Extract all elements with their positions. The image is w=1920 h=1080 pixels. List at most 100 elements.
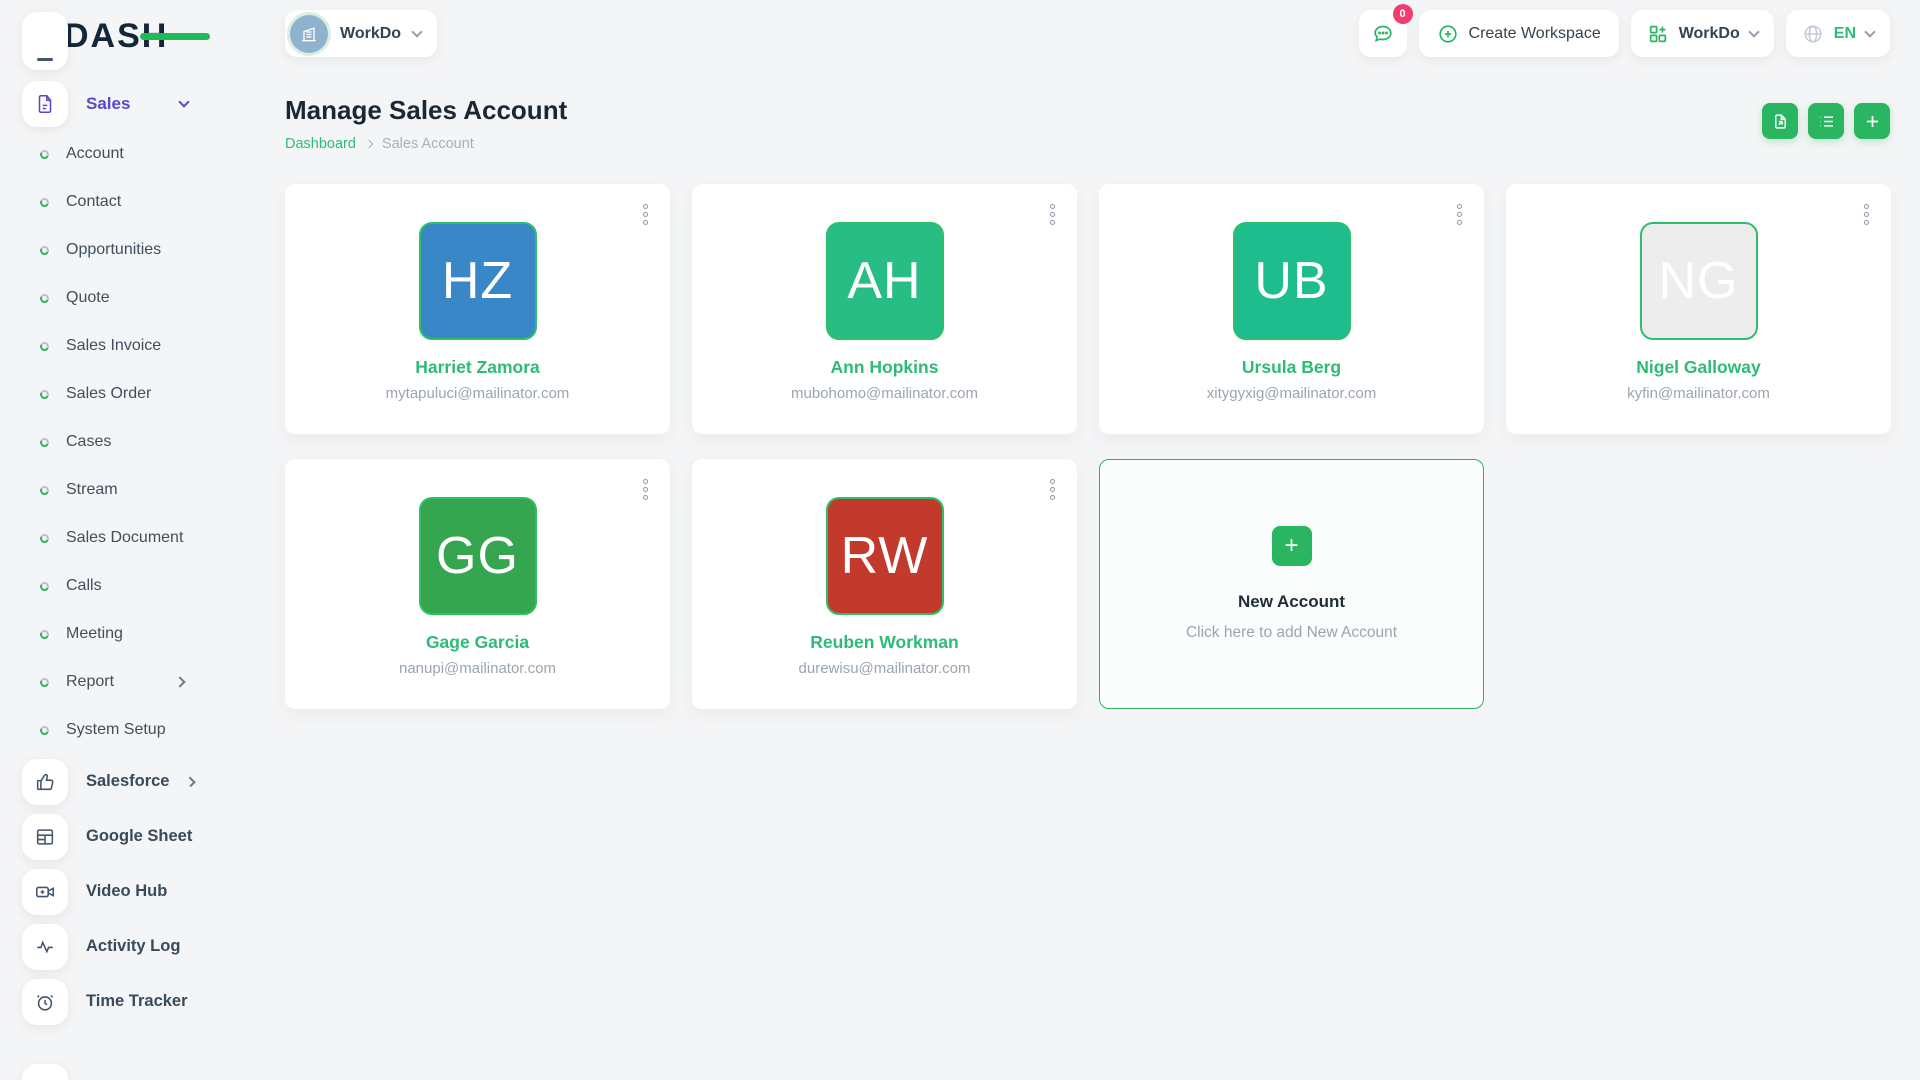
chevron-down-icon [1864,26,1875,37]
account-card: RWReuben Workmandurewisu@mailinator.com [692,459,1077,709]
messages-badge: 0 [1393,4,1413,24]
sidebar-item-time-tracker[interactable]: Time Tracker [0,974,260,1029]
sidebar-item-label: Opportunities [66,241,260,259]
video-camera-icon [22,869,68,915]
sidebar-item-label: Report [66,673,176,691]
account-card: GGGage Garciananupi@mailinator.com [285,459,670,709]
accounts-grid: HZHarriet Zamoramytapuluci@mailinator.co… [285,184,1890,709]
list-icon [1817,112,1836,131]
bullet-icon [39,340,51,352]
sidebar-section-sales[interactable]: Sales [0,78,260,130]
account-email: mubohomo@mailinator.com [791,385,978,402]
sidebar-item-label: Cases [66,433,260,451]
card-menu-button[interactable] [639,475,652,504]
card-menu-button[interactable] [1046,200,1059,229]
sidebar-item-system-setup[interactable]: System Setup [0,706,260,754]
card-menu-button[interactable] [1046,475,1059,504]
account-card: AH Ann Hopkins mubohomo@mailinator.com [692,184,1077,434]
bullet-icon [39,436,51,448]
sidebar-item-google-sheet[interactable]: Google Sheet [0,809,260,864]
brand-logo-dash [140,33,210,40]
sidebar-item-label: Quote [66,289,260,307]
export-file-icon [1771,112,1790,131]
bullet-icon [39,292,51,304]
card-menu-button[interactable] [1453,200,1466,229]
sidebar-item-partial-bottom [22,1064,68,1080]
activity-icon [22,924,68,970]
new-account-title: New Account [1238,592,1345,612]
bullet-icon [39,388,51,400]
sidebar-item-stream[interactable]: Stream [0,466,260,514]
top-bar: DASH WorkDo 0 Create Workspace [0,0,1920,68]
sidebar-item-label: Sales Document [66,529,260,547]
chat-bubble-icon [1371,22,1395,46]
account-email: xitygyxig@mailinator.com [1207,385,1376,402]
sidebar-item-cases[interactable]: Cases [0,418,260,466]
main-content: Manage Sales Account Dashboard Sales Acc… [285,95,1890,709]
table-icon [22,814,68,860]
sidebar-item-sales-order[interactable]: Sales Order [0,370,260,418]
sidebar-item-label: Stream [66,481,260,499]
building-icon [299,24,319,44]
account-name-link[interactable]: Ursula Berg [1242,357,1341,378]
sidebar-item-label: System Setup [66,721,260,739]
sidebar-item-sales-invoice[interactable]: Sales Invoice [0,322,260,370]
sidebar-item-label: Meeting [66,625,260,643]
sidebar-item-sales-document[interactable]: Sales Document [0,514,260,562]
workspace-switcher[interactable]: WorkDo [285,10,437,57]
sidebar-item-opportunities[interactable]: Opportunities [0,226,260,274]
sidebar-item-label: Video Hub [86,882,260,901]
new-account-card[interactable]: +New AccountClick here to add New Accoun… [1099,459,1484,709]
bullet-icon [39,676,51,688]
language-switcher[interactable]: EN [1786,10,1890,57]
sidebar-item-calls[interactable]: Calls [0,562,260,610]
sidebar-item-activity-log[interactable]: Activity Log [0,919,260,974]
plus-circle-icon [1437,23,1459,45]
account-name-link[interactable]: Harriet Zamora [415,357,540,378]
new-account-subtitle: Click here to add New Account [1186,624,1397,642]
export-button[interactable] [1762,103,1798,139]
chevron-right-icon [186,776,196,786]
sidebar-item-partial-top [22,12,68,70]
sidebar-item-meeting[interactable]: Meeting [0,610,260,658]
chevron-down-icon [178,96,189,107]
card-menu-button[interactable] [639,200,652,229]
bullet-icon [39,244,51,256]
globe-icon [1802,23,1824,45]
card-menu-button[interactable] [1860,200,1873,229]
sidebar-item-salesforce[interactable]: Salesforce [0,754,260,809]
bullet-icon [39,196,51,208]
thumbs-up-icon [22,759,68,805]
page-title: Manage Sales Account [285,95,567,126]
messages-button[interactable]: 0 [1359,10,1407,57]
sidebar-item-label: Salesforce [86,772,169,791]
account-name-link[interactable]: Gage Garcia [426,632,529,653]
alarm-clock-icon [22,979,68,1025]
list-view-button[interactable] [1808,103,1844,139]
account-name-link[interactable]: Reuben Workman [810,632,958,653]
account-card: HZHarriet Zamoramytapuluci@mailinator.co… [285,184,670,434]
sidebar-item-report[interactable]: Report [0,658,260,706]
app-switcher[interactable]: WorkDo [1631,10,1774,57]
account-name-link[interactable]: Ann Hopkins [831,357,939,378]
app-switcher-label: WorkDo [1679,25,1740,43]
create-workspace-label: Create Workspace [1469,25,1601,43]
add-account-button[interactable] [1854,103,1890,139]
plus-icon [1863,112,1882,131]
account-card: UBUrsula Bergxitygyxig@mailinator.com [1099,184,1484,434]
account-avatar: AH [826,222,944,340]
bullet-icon [39,484,51,496]
sidebar-item-label: Calls [66,577,260,595]
sidebar-item-quote[interactable]: Quote [0,274,260,322]
sidebar-item-video-hub[interactable]: Video Hub [0,864,260,919]
account-name-link[interactable]: Nigel Galloway [1636,357,1760,378]
breadcrumb-current: Sales Account [382,136,474,152]
breadcrumb-dashboard-link[interactable]: Dashboard [285,136,356,152]
sidebar-item-label: Sales Invoice [66,337,260,355]
account-avatar: HZ [419,222,537,340]
sidebar-item-account[interactable]: Account [0,130,260,178]
sidebar-item-contact[interactable]: Contact [0,178,260,226]
sidebar-section-label: Sales [86,94,162,114]
create-workspace-button[interactable]: Create Workspace [1419,10,1619,57]
sidebar-item-label: Google Sheet [86,827,260,846]
